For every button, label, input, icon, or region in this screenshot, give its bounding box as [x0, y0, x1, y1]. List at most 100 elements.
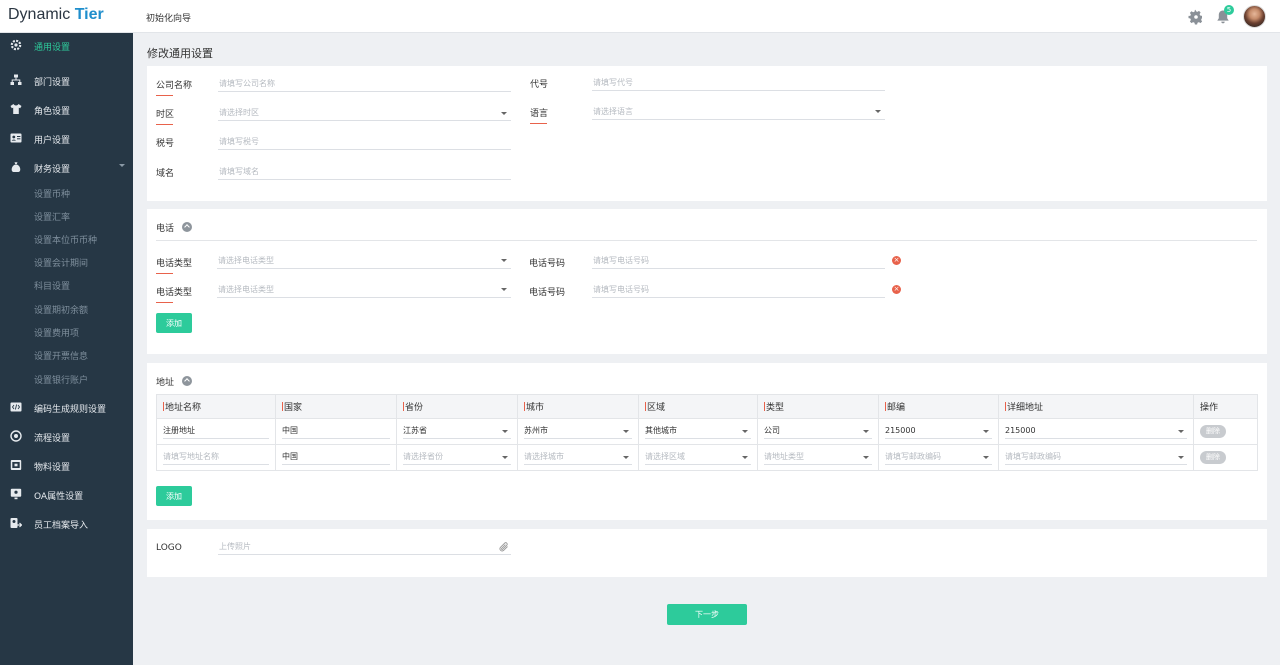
sidebar-item-department[interactable]: 部门设置: [0, 70, 133, 92]
type-select[interactable]: 公司: [764, 424, 872, 439]
phone-type-label: 电话类型: [156, 285, 193, 303]
next-step-button[interactable]: 下一步: [667, 604, 747, 625]
domain-label: 域名: [156, 169, 175, 179]
label-text: 电话类型: [156, 288, 193, 298]
header-text: 省份: [405, 403, 424, 413]
country-input[interactable]: 中国: [282, 424, 390, 439]
label-text: 电话类型: [156, 259, 193, 269]
code-input[interactable]: [592, 75, 885, 91]
user-avatar[interactable]: [1243, 5, 1266, 28]
phone-number-input[interactable]: [592, 253, 885, 269]
sidebar-sub-opening-balance[interactable]: 设置期初余额: [34, 303, 88, 316]
company-name-input[interactable]: [218, 76, 511, 92]
header-text: 城市: [526, 403, 545, 413]
table-row: 注册地址 中国 江苏省 苏州市 其他城市 公司 215000 215000 删除: [156, 418, 1258, 445]
phone-type-select[interactable]: [217, 253, 511, 269]
code-icon: [10, 402, 22, 412]
cell-text: 请填写邮政编码: [885, 452, 941, 461]
column-header: 省份: [396, 394, 518, 419]
sidebar-sub-invoice-info[interactable]: 设置开票信息: [34, 349, 88, 362]
label-text: 时区: [156, 110, 175, 120]
chevron-down-icon: [623, 456, 629, 459]
sidebar-item-roles[interactable]: 角色设置: [0, 99, 133, 121]
chevron-down-icon: [875, 110, 881, 113]
sidebar-sub-expense-items[interactable]: 设置费用项: [34, 326, 79, 339]
add-phone-button[interactable]: 添加: [156, 313, 192, 333]
timezone-select[interactable]: [218, 105, 511, 121]
column-header: 类型: [757, 394, 879, 419]
column-header: 国家: [275, 394, 397, 419]
header-text: 操作: [1200, 403, 1219, 413]
sidebar-item-employee-import[interactable]: 员工档案导入: [0, 513, 133, 535]
code-label: 代号: [530, 80, 549, 90]
zip-select[interactable]: 请填写邮政编码: [885, 450, 992, 465]
sidebar-sub-subjects[interactable]: 科目设置: [34, 279, 70, 292]
sidebar-sub-bank-account[interactable]: 设置银行账户: [34, 373, 88, 386]
sidebar-item-finance[interactable]: 财务设置: [0, 157, 133, 179]
district-select[interactable]: 其他城市: [645, 424, 751, 439]
sidebar-item-oa-attributes[interactable]: OA属性设置: [0, 484, 133, 506]
chevron-down-icon: [623, 430, 629, 433]
sidebar: 通用设置 部门设置 角色设置 用户设置 财务设置 设置币种 设置汇率 设置本位币…: [0, 33, 133, 665]
detail-address-select[interactable]: 215000: [1005, 424, 1187, 439]
phone-number-input[interactable]: [592, 282, 885, 298]
city-select[interactable]: 请选择城市: [524, 450, 632, 465]
address-name-input[interactable]: 注册地址: [163, 424, 269, 439]
chevron-down-icon: [742, 430, 748, 433]
province-select[interactable]: 江苏省: [403, 424, 511, 439]
cell-text: 其他城市: [645, 426, 677, 435]
delete-row-button[interactable]: 删除: [1200, 451, 1226, 464]
remove-circle-icon[interactable]: ×: [892, 285, 901, 294]
chevron-down-icon: [501, 259, 507, 262]
sidebar-item-label: OA属性设置: [34, 492, 84, 502]
table-cell: 注册地址: [156, 418, 276, 445]
collapse-up-icon[interactable]: [182, 222, 192, 232]
header-text: 国家: [284, 403, 303, 413]
city-select[interactable]: 苏州市: [524, 424, 632, 439]
add-address-button[interactable]: 添加: [156, 486, 192, 506]
table-cell: 请选择省份: [396, 444, 518, 471]
tax-number-input[interactable]: [218, 134, 511, 150]
address-name-input[interactable]: 请填写地址名称: [163, 450, 269, 465]
zip-select[interactable]: 215000: [885, 424, 992, 439]
logo-upload-field[interactable]: 上传照片: [218, 539, 511, 555]
table-cell: 请填写邮政编码: [878, 444, 999, 471]
sidebar-item-materials[interactable]: 物料设置: [0, 455, 133, 477]
sidebar-sub-currency[interactable]: 设置币种: [34, 187, 70, 200]
table-cell: 中国: [275, 418, 397, 445]
cell-text: 请选择区域: [645, 452, 685, 461]
collapse-up-icon[interactable]: [182, 376, 192, 386]
sidebar-sub-accounting-period[interactable]: 设置会计期间: [34, 256, 88, 269]
table-cell: 其他城市: [638, 418, 758, 445]
phone-type-select[interactable]: [217, 282, 511, 298]
province-select[interactable]: 请选择省份: [403, 450, 511, 465]
sidebar-item-label: 通用设置: [34, 43, 71, 53]
header-text: 邮编: [887, 403, 906, 413]
sidebar-item-users[interactable]: 用户设置: [0, 128, 133, 150]
table-cell: 请填写邮政编码: [998, 444, 1194, 471]
paperclip-icon[interactable]: [498, 541, 510, 553]
chevron-down-icon: [863, 430, 869, 433]
sidebar-item-workflow[interactable]: 流程设置: [0, 426, 133, 448]
delete-row-button[interactable]: 删除: [1200, 425, 1226, 438]
table-cell: 215000: [998, 418, 1194, 445]
detail-address-select[interactable]: 请填写邮政编码: [1005, 450, 1187, 465]
settings-gear-icon[interactable]: [1188, 9, 1204, 25]
sidebar-item-general-settings[interactable]: 通用设置: [0, 35, 133, 57]
remove-circle-icon[interactable]: ×: [892, 256, 901, 265]
chevron-down-icon: [983, 430, 989, 433]
phone-number-label: 电话号码: [529, 288, 566, 298]
type-select[interactable]: 请地址类型: [764, 450, 872, 465]
sidebar-sub-exchange-rate[interactable]: 设置汇率: [34, 210, 70, 223]
section-divider: [156, 240, 1257, 241]
district-select[interactable]: 请选择区域: [645, 450, 751, 465]
phone-number-label: 电话号码: [529, 259, 566, 269]
sidebar-item-code-rules[interactable]: 编码生成规则设置: [0, 397, 133, 419]
header-text: 地址名称: [165, 403, 202, 413]
app-logo[interactable]: Dynamic Tier: [8, 6, 104, 24]
country-input[interactable]: 中国: [282, 450, 390, 465]
top-bar: Dynamic Tier 初始化向导 5: [0, 0, 1280, 33]
domain-input[interactable]: [218, 164, 511, 180]
sidebar-sub-base-currency[interactable]: 设置本位币币种: [34, 233, 97, 246]
language-select[interactable]: [592, 104, 885, 120]
